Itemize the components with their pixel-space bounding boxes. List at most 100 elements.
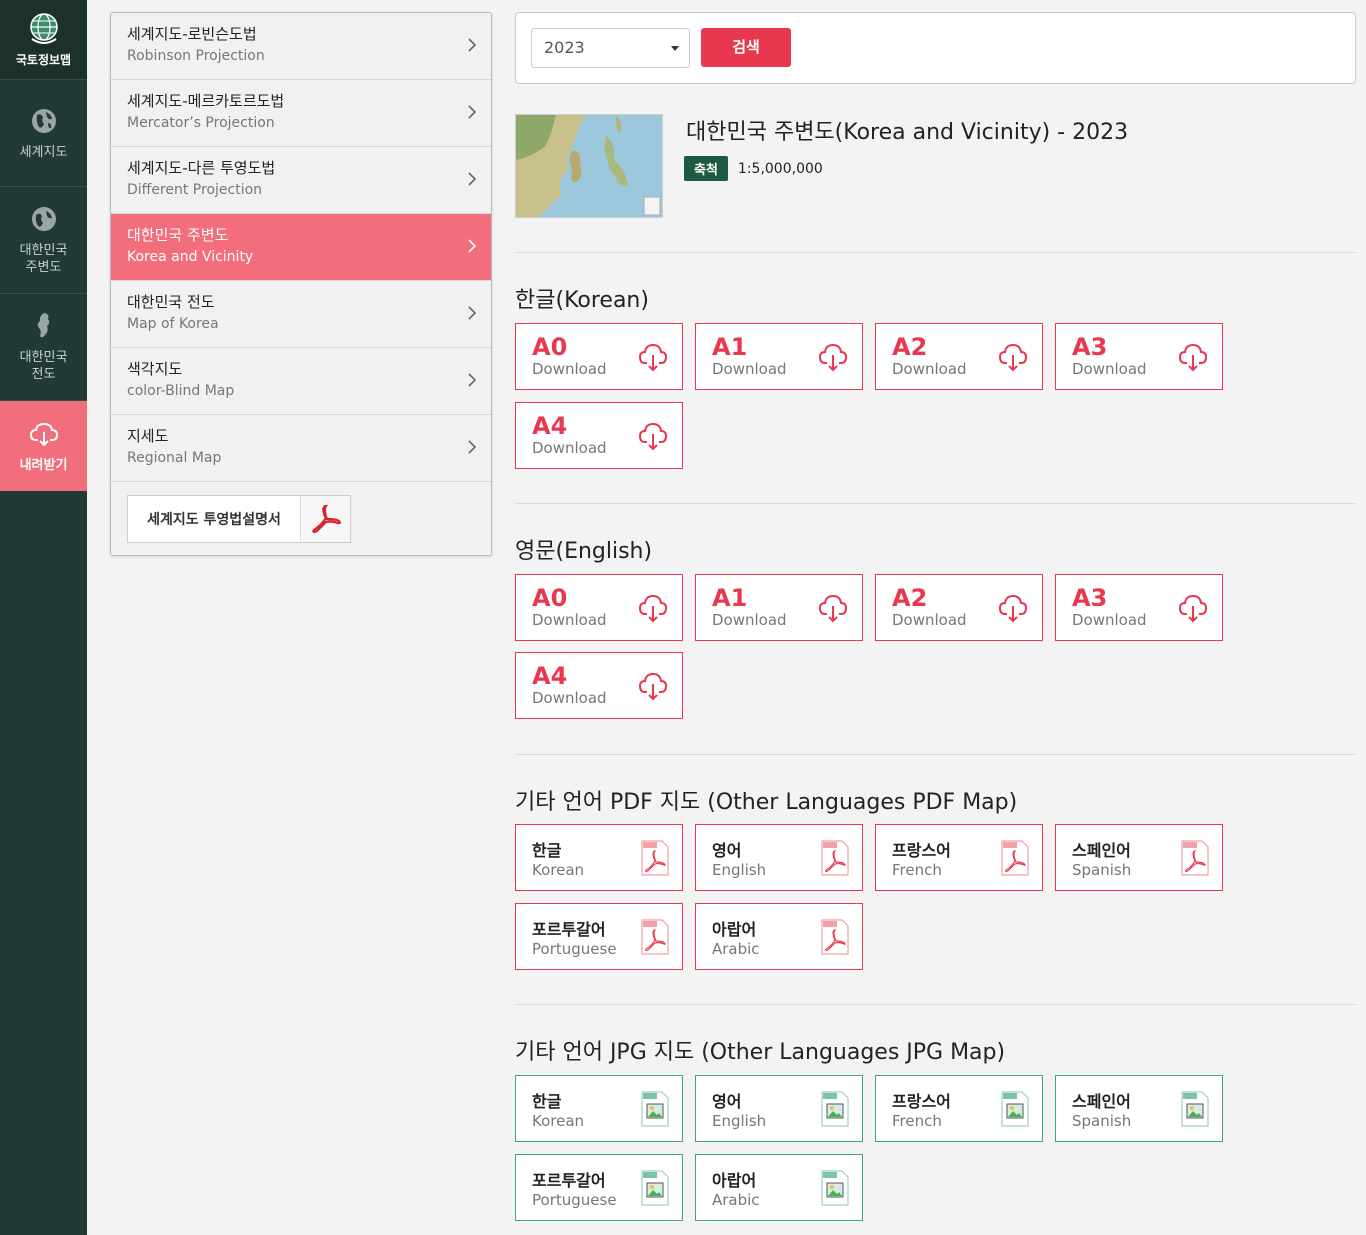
search-bar: 2023 검색 xyxy=(515,12,1356,84)
language-en: English xyxy=(712,861,767,879)
language-ko: 아랍어 xyxy=(712,920,757,939)
rail-item-korea-vicinity[interactable]: 대한민국 주변도 xyxy=(0,187,87,294)
language-en: Spanish xyxy=(1072,861,1132,879)
language-ko: 포르투갈어 xyxy=(532,920,606,939)
pdf-card-french[interactable]: 프랑스어 French xyxy=(875,824,1043,891)
download-card-a4[interactable]: A4 Download xyxy=(515,402,683,469)
pdf-card-english[interactable]: 영어 English xyxy=(695,824,863,891)
download-card-a4[interactable]: A4 Download xyxy=(515,652,683,719)
pdf-file-icon xyxy=(821,919,849,955)
language-en: Spanish xyxy=(1072,1112,1132,1130)
pdf-card-arabic[interactable]: 아랍어 Arabic xyxy=(695,903,863,970)
language-en: English xyxy=(712,1112,767,1130)
chevron-right-icon xyxy=(468,38,477,52)
rail-label-line2: 주변도 xyxy=(25,260,62,275)
language-en: Arabic xyxy=(712,940,760,958)
download-card-a2[interactable]: A2 Download xyxy=(875,574,1043,641)
category-subtitle: Korea and Vicinity xyxy=(127,249,254,265)
caret-down-icon xyxy=(671,46,679,51)
cloud-download-icon xyxy=(998,343,1028,372)
guide-label: 세계지도 투영법설명서 xyxy=(147,512,281,528)
download-card-a3[interactable]: A3 Download xyxy=(1055,574,1223,641)
language-ko: 영어 xyxy=(712,841,742,860)
language-ko: 포르투갈어 xyxy=(532,1171,606,1190)
category-subtitle: Robinson Projection xyxy=(127,48,265,64)
rail-item-download[interactable]: 내려받기 xyxy=(0,401,87,491)
jpg-card-english[interactable]: 영어 English xyxy=(695,1075,863,1142)
category-title: 대한민국 전도 xyxy=(127,293,215,311)
download-card-a0[interactable]: A0 Download xyxy=(515,323,683,390)
category-korea-vicinity[interactable]: 대한민국 주변도 Korea and Vicinity xyxy=(111,214,491,281)
cloud-download-icon xyxy=(638,594,668,623)
language-en: French xyxy=(892,861,942,879)
download-card-a0[interactable]: A0 Download xyxy=(515,574,683,641)
jpg-card-portuguese[interactable]: 포르투갈어 Portuguese xyxy=(515,1154,683,1221)
projection-guide-button[interactable]: 세계지도 투영법설명서 xyxy=(127,495,351,543)
category-mercator[interactable]: 세계지도-메르카토르도법 Mercator’s Projection xyxy=(111,80,491,147)
download-label: Download xyxy=(532,439,607,457)
cloud-download-icon xyxy=(818,343,848,372)
scale-info: 축척 1:5,000,000 xyxy=(684,156,823,181)
language-ko: 스페인어 xyxy=(1072,841,1131,860)
download-card-a2[interactable]: A2 Download xyxy=(875,323,1043,390)
chevron-right-icon xyxy=(468,306,477,320)
jpg-file-icon xyxy=(1181,1091,1209,1127)
category-regional[interactable]: 지세도 Regional Map xyxy=(111,415,491,482)
cloud-download-icon xyxy=(998,594,1028,623)
category-title: 세계지도-메르카토르도법 xyxy=(127,92,285,110)
cloud-download-icon xyxy=(1178,343,1208,372)
pdf-file-icon xyxy=(641,919,669,955)
map-thumbnail[interactable] xyxy=(515,114,663,218)
download-card-a3[interactable]: A3 Download xyxy=(1055,323,1223,390)
category-korea-map[interactable]: 대한민국 전도 Map of Korea xyxy=(111,281,491,348)
section-title-english: 영문(English) xyxy=(515,539,653,564)
download-card-a1[interactable]: A1 Download xyxy=(695,323,863,390)
rail-label-line2: 전도 xyxy=(31,367,56,382)
paper-size: A0 xyxy=(532,584,568,612)
rail-item-korea-map[interactable]: 대한민국 전도 xyxy=(0,294,87,401)
category-title: 세계지도-다른 투영도법 xyxy=(127,159,276,177)
scale-badge: 축척 xyxy=(684,156,728,181)
category-different[interactable]: 세계지도-다른 투영도법 Different Projection xyxy=(111,147,491,214)
download-label: Download xyxy=(1072,611,1147,629)
jpg-card-korean[interactable]: 한글 Korean xyxy=(515,1075,683,1142)
cloud-download-icon xyxy=(638,422,668,451)
language-en: French xyxy=(892,1112,942,1130)
paper-size: A2 xyxy=(892,333,928,361)
paper-size: A3 xyxy=(1072,584,1108,612)
jpg-card-french[interactable]: 프랑스어 French xyxy=(875,1075,1043,1142)
chevron-right-icon xyxy=(468,440,477,454)
cloud-download-icon xyxy=(638,343,668,372)
rail-item-world-map[interactable]: 세계지도 xyxy=(0,80,87,187)
jpg-file-icon xyxy=(641,1170,669,1206)
search-button[interactable]: 검색 xyxy=(701,28,791,67)
earth-icon xyxy=(29,106,59,136)
pdf-card-portuguese[interactable]: 포르투갈어 Portuguese xyxy=(515,903,683,970)
language-en: Portuguese xyxy=(532,1191,617,1209)
language-ko: 프랑스어 xyxy=(892,1092,951,1111)
download-card-a1[interactable]: A1 Download xyxy=(695,574,863,641)
rail-label-line1: 대한민국 xyxy=(19,350,68,365)
site-logo[interactable]: 국토정보맵 xyxy=(0,0,87,80)
jpg-card-arabic[interactable]: 아랍어 Arabic xyxy=(695,1154,863,1221)
category-robinson[interactable]: 세계지도-로빈슨도법 Robinson Projection xyxy=(111,13,491,80)
year-value: 2023 xyxy=(544,38,585,57)
divider xyxy=(515,252,1356,253)
pdf-card-korean[interactable]: 한글 Korean xyxy=(515,824,683,891)
year-select[interactable]: 2023 xyxy=(531,28,690,68)
pdf-file-icon xyxy=(1001,840,1029,876)
category-color-blind[interactable]: 색각지도 color-Blind Map xyxy=(111,348,491,415)
map-title: 대한민국 주변도(Korea and Vicinity) - 2023 xyxy=(686,120,1129,145)
jpg-card-spanish[interactable]: 스페인어 Spanish xyxy=(1055,1075,1223,1142)
pdf-file-icon xyxy=(641,840,669,876)
language-ko: 스페인어 xyxy=(1072,1092,1131,1111)
jpg-file-icon xyxy=(821,1091,849,1127)
language-ko: 한글 xyxy=(532,1092,562,1111)
cloud-download-icon xyxy=(638,672,668,701)
category-title: 대한민국 주변도 xyxy=(127,226,229,244)
paper-size: A3 xyxy=(1072,333,1108,361)
paper-size: A0 xyxy=(532,333,568,361)
category-subtitle: Different Projection xyxy=(127,182,263,198)
pdf-card-spanish[interactable]: 스페인어 Spanish xyxy=(1055,824,1223,891)
divider xyxy=(515,754,1356,755)
